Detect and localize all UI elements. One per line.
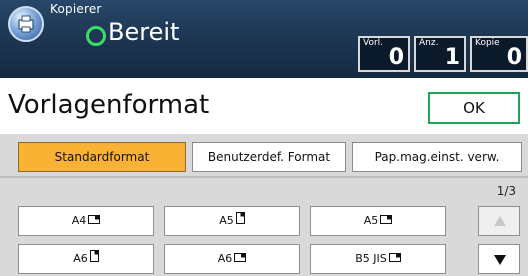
tab-custom-format[interactable]: Benutzerdef. Format (192, 142, 346, 172)
format-button-a6-landscape[interactable]: A6 (164, 244, 300, 274)
counter-label: Vorl. (363, 38, 384, 48)
format-label: A4 (71, 214, 87, 227)
copier-icon (8, 6, 44, 42)
format-label: A5 (363, 214, 379, 227)
app-title: Kopierer (50, 2, 102, 16)
tab-paper-tray-settings[interactable]: Pap.mag.einst. verw. (352, 142, 522, 172)
tab-standard-format[interactable]: Standardformat (18, 142, 186, 172)
format-button-b5-jis-landscape[interactable]: B5 JIS (310, 244, 446, 274)
scroll-down-button[interactable] (478, 244, 520, 274)
arrow-down-icon (494, 255, 506, 265)
scroll-up-button[interactable] (478, 206, 520, 236)
copier-screen: Kopierer Bereit Vorl. 0 Anz. 1 Kopie 0 V… (0, 0, 528, 276)
counter-label: Kopie (475, 38, 500, 48)
counter-value: 0 (506, 45, 522, 70)
counter-copies: Kopie 0 (470, 36, 528, 72)
format-label: A5 (219, 214, 234, 227)
arrow-up-icon (494, 216, 506, 226)
status-text: Bereit (108, 18, 180, 46)
counter-quantity: Anz. 1 (414, 36, 466, 72)
format-button-a5-landscape[interactable]: A5 (310, 206, 446, 236)
format-label: A6 (217, 252, 233, 265)
counter-value: 1 (444, 45, 460, 70)
format-button-a6-portrait[interactable]: A6 (18, 244, 154, 274)
landscape-paper-icon (388, 245, 401, 273)
landscape-paper-icon (234, 245, 247, 273)
status-ready-icon (86, 26, 106, 46)
counter-value: 0 (388, 45, 404, 70)
counter-label: Anz. (419, 38, 439, 48)
divider (0, 176, 528, 178)
page-indicator: 1/3 (496, 184, 516, 198)
portrait-paper-icon (89, 245, 99, 273)
landscape-paper-icon (380, 207, 393, 235)
counter-originals: Vorl. 0 (358, 36, 410, 72)
format-label: B5 JIS (355, 252, 387, 265)
format-button-a5-portrait[interactable]: A5 (164, 206, 300, 236)
format-label: A6 (73, 252, 88, 265)
landscape-paper-icon (88, 207, 101, 235)
format-button-a4-landscape[interactable]: A4 (18, 206, 154, 236)
portrait-paper-icon (235, 207, 245, 235)
ok-button[interactable]: OK (428, 92, 520, 124)
page-title: Vorlagenformat (8, 90, 210, 120)
